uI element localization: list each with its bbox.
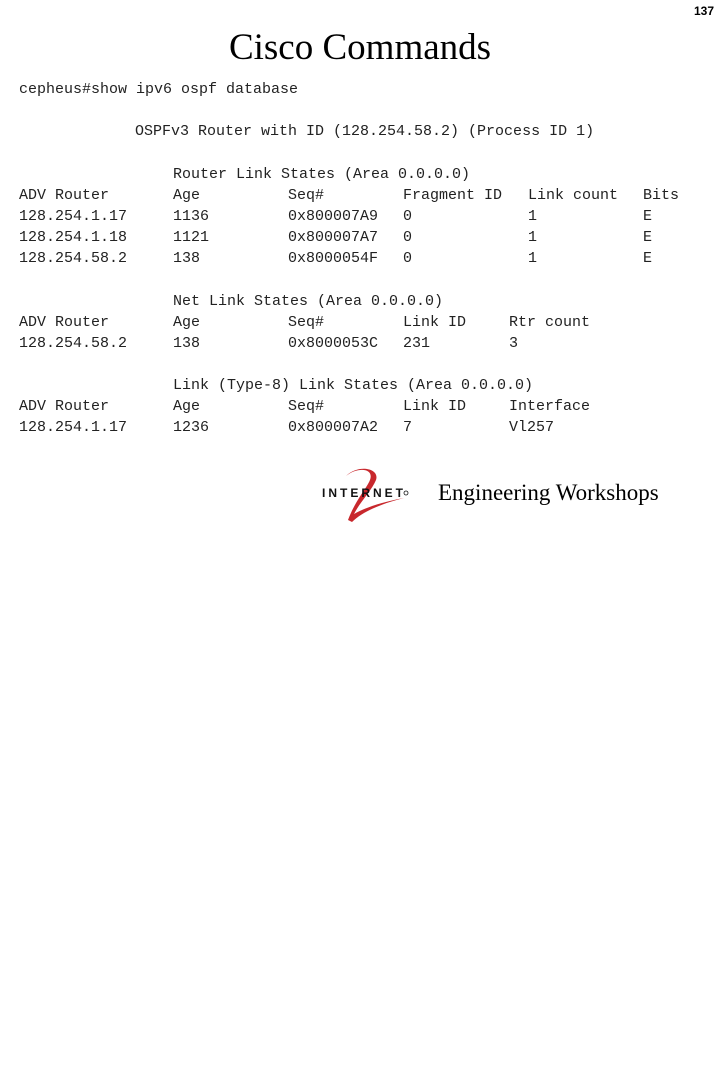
table-cell: 1 <box>528 208 538 225</box>
table-cell: 1 <box>528 250 538 267</box>
table-cell: 0x800007A7 <box>288 229 379 246</box>
column-header: Age <box>173 187 201 204</box>
table-cell: E <box>643 250 653 267</box>
table-cell: 138 <box>173 335 201 352</box>
column-header: Fragment ID <box>403 187 503 204</box>
table-cell: 138 <box>173 250 201 267</box>
logo-text: INTERNET <box>322 486 406 500</box>
footer-text: Engineering Workshops <box>438 480 659 505</box>
section-heading: Link (Type-8) Link States (Area 0.0.0.0) <box>173 377 534 394</box>
internet2-logo: INTERNET <box>318 464 418 540</box>
table-cell: 0 <box>403 229 413 246</box>
column-header: Seq# <box>288 314 325 331</box>
table-cell: 0x8000054F <box>288 250 379 267</box>
slide-title: Cisco Commands <box>228 27 492 68</box>
column-header: ADV Router <box>19 398 110 415</box>
table-cell: 0x800007A2 <box>288 419 379 436</box>
table-cell: 0x8000053C <box>288 335 379 352</box>
internet2-logo-icon: INTERNET <box>322 468 409 522</box>
table-cell: 1121 <box>173 229 210 246</box>
table-cell: Vl257 <box>509 419 555 436</box>
table-cell: 7 <box>403 419 413 436</box>
table-cell: 1236 <box>173 419 210 436</box>
section-heading: Net Link States (Area 0.0.0.0) <box>173 293 444 310</box>
router-id-header: OSPFv3 Router with ID (128.254.58.2) (Pr… <box>135 123 595 140</box>
page-number: 137 <box>693 4 714 18</box>
column-header: Interface <box>509 398 591 415</box>
table-cell: E <box>643 229 653 246</box>
table-cell: 128.254.58.2 <box>19 250 128 267</box>
link-type8-states-table: ADV Router Age Seq# Link ID Interface 12… <box>19 396 719 438</box>
table-cell: 128.254.1.18 <box>19 229 128 246</box>
table-cell: 0 <box>403 208 413 225</box>
column-header: Bits <box>643 187 680 204</box>
table-cell: 231 <box>403 335 431 352</box>
section-heading: Router Link States (Area 0.0.0.0) <box>173 166 471 183</box>
net-link-states-table: ADV Router Age Seq# Link ID Rtr count 12… <box>19 312 719 354</box>
column-header: Seq# <box>288 398 325 415</box>
column-header: Rtr count <box>509 314 591 331</box>
column-header: Link ID <box>403 314 467 331</box>
column-header: Age <box>173 398 201 415</box>
table-cell: 128.254.58.2 <box>19 335 128 352</box>
table-cell: 0x800007A9 <box>288 208 379 225</box>
table-cell: 128.254.1.17 <box>19 208 128 225</box>
column-header: Link count <box>528 187 619 204</box>
column-header: Seq# <box>288 187 325 204</box>
table-row: 128.254.58.2 138 0x8000054F 0 1 E <box>19 250 719 1025</box>
column-header: ADV Router <box>19 187 110 204</box>
table-cell: 3 <box>509 335 519 352</box>
column-header: Link ID <box>403 398 467 415</box>
router-link-states-table: ADV Router Age Seq# Fragment ID Link cou… <box>19 185 719 269</box>
table-row: 128.254.1.17 1236 0x800007A2 7 Vl257 <box>19 419 719 774</box>
command-line: cepheus#show ipv6 ospf database <box>19 81 299 98</box>
column-header: Age <box>173 314 201 331</box>
table-cell: 1 <box>528 229 538 246</box>
table-cell: 128.254.1.17 <box>19 419 128 436</box>
table-cell: E <box>643 208 653 225</box>
table-cell: 1136 <box>173 208 210 225</box>
column-header: ADV Router <box>19 314 110 331</box>
table-cell: 0 <box>403 250 413 267</box>
